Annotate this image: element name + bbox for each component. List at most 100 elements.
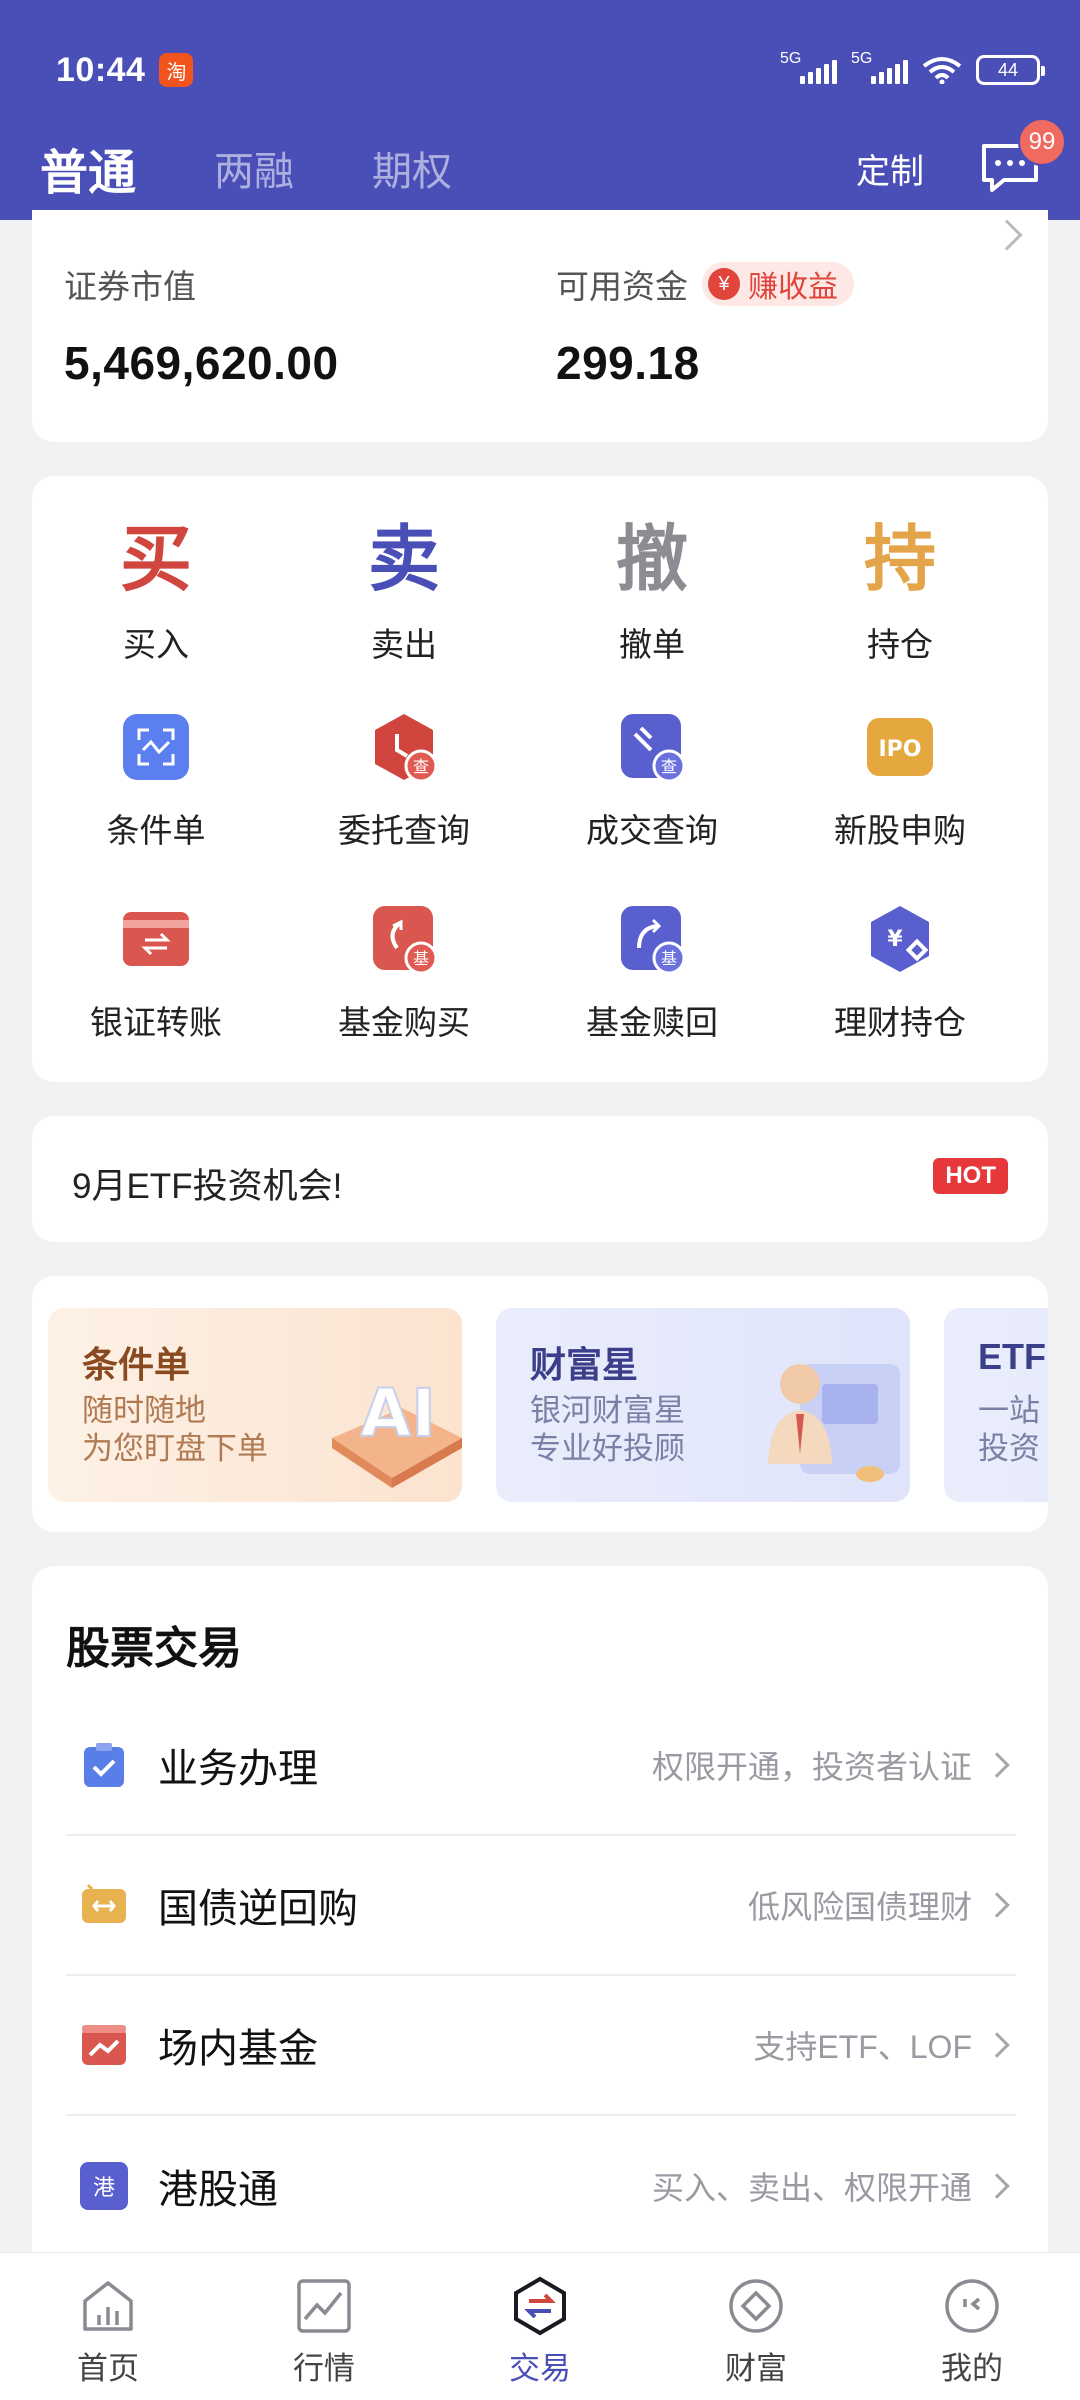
nav-home[interactable]: 首页 (0, 2253, 216, 2400)
fund-redeem-label: 基金赎回 (586, 1004, 718, 1041)
tab-margin[interactable]: 两融 (214, 139, 294, 197)
exchange-fund-icon (80, 2021, 128, 2069)
deal-query-label: 成交查询 (586, 812, 718, 849)
ipo-icon: IPO (865, 712, 935, 782)
wealth-holdings-button[interactable]: ¥ 理财持仓 (776, 904, 1024, 1044)
positions-icon: 持 (863, 520, 936, 600)
fund-buy-icon: 基 (369, 904, 439, 975)
bank-transfer-label: 银证转账 (90, 1004, 222, 1041)
banner-title: 财富星 (530, 1344, 639, 1385)
ipo-subscribe-button[interactable]: IPO 新股申购 (776, 712, 1024, 852)
nav-profile[interactable]: 我的 (864, 2253, 1080, 2400)
order-query-icon: 查 (369, 712, 439, 783)
hot-badge: HOT (933, 1158, 1008, 1194)
signal-icon: 5G (780, 50, 837, 84)
chevron-right-icon[interactable] (991, 219, 1023, 251)
market-icon (297, 2279, 351, 2333)
svg-text:查: 查 (413, 757, 429, 776)
banner-title: ETF (978, 1336, 1046, 1377)
deal-query-button[interactable]: 查 成交查询 (528, 712, 776, 852)
status-bar: 10:44 5G 5G 44 (56, 48, 1045, 92)
svg-text:IPO: IPO (878, 737, 921, 762)
available-funds-label: 可用资金 (556, 268, 688, 305)
list-item-label: 业务办理 (158, 1747, 318, 1791)
nav-wealth[interactable]: 财富 (648, 2253, 864, 2400)
list-item-label: 港股通 (158, 2168, 278, 2212)
list-item-bond-repo[interactable]: 国债逆回购 低风险国债理财 (66, 1836, 1016, 1976)
sell-label: 卖出 (371, 626, 437, 663)
market-value-label: 证券市值 (64, 268, 196, 305)
bank-transfer-icon (121, 904, 191, 974)
nav-market[interactable]: 行情 (216, 2253, 432, 2400)
buy-button[interactable]: 买 买入 (32, 524, 280, 666)
list-item-exchange-fund[interactable]: 场内基金 支持ETF、LOF (66, 1976, 1016, 2116)
svg-text:基: 基 (661, 949, 677, 968)
asset-summary-card[interactable]: 证券市值 5,469,620.00 可用资金 ¥ 赚收益 299.18 (32, 210, 1048, 442)
app-header: 10:44 5G 5G 44 普通 两融 期权 定制 (0, 0, 1080, 221)
battery-icon: 44 (976, 55, 1045, 85)
wifi-icon (922, 56, 962, 85)
promo-banner-wealth-star[interactable]: 财富星 银河财富星 专业好投顾 (496, 1308, 910, 1502)
fund-buy-button[interactable]: 基 基金购买 (280, 904, 528, 1044)
list-item-business[interactable]: 业务办理 权限开通，投资者认证 (66, 1696, 1016, 1836)
ipo-subscribe-label: 新股申购 (834, 812, 966, 849)
ai-illustration-icon: AI (332, 1374, 462, 1488)
bank-transfer-button[interactable]: 银证转账 (32, 904, 280, 1044)
order-query-label: 委托查询 (338, 812, 470, 849)
market-value: 5,469,620.00 (64, 337, 339, 389)
chevron-right-icon (984, 2173, 1010, 2199)
hk-connect-icon: 港 (80, 2162, 128, 2210)
wealth-holdings-label: 理财持仓 (834, 1004, 966, 1041)
advisor-illustration-icon (768, 1364, 900, 1482)
list-item-label: 场内基金 (158, 2027, 318, 2071)
available-funds-block: 可用资金 ¥ 赚收益 299.18 (556, 260, 854, 390)
list-item-label: 国债逆回购 (158, 1887, 358, 1931)
trade-icon (514, 2276, 566, 2336)
available-funds-value: 299.18 (556, 337, 700, 389)
tab-options[interactable]: 期权 (372, 139, 452, 197)
business-check-icon (80, 1741, 128, 1789)
wealth-icon (729, 2279, 783, 2333)
section-title: 股票交易 (66, 1624, 242, 1673)
promo-banner-etf[interactable]: ETF 一站 投资 (944, 1308, 1048, 1502)
chevron-right-icon (984, 2032, 1010, 2058)
condition-order-button[interactable]: 条件单 (32, 712, 280, 852)
nav-label: 财富 (725, 2351, 787, 2386)
cancel-order-label: 撤单 (619, 626, 685, 663)
sell-button[interactable]: 卖 卖出 (280, 524, 528, 666)
chevron-right-icon (984, 1752, 1010, 1778)
fund-redeem-button[interactable]: 基 基金赎回 (528, 904, 776, 1044)
earn-yield-button[interactable]: ¥ 赚收益 (702, 262, 854, 306)
cancel-order-icon: 撤 (615, 520, 688, 600)
signal-icon: 5G (851, 50, 908, 84)
tab-normal[interactable]: 普通 (40, 133, 136, 221)
nav-label: 我的 (941, 2351, 1003, 2386)
etf-notice-text: 9月ETF投资机会! (72, 1167, 343, 1206)
banner-title: 条件单 (82, 1344, 191, 1385)
sell-icon: 卖 (367, 520, 440, 600)
promo-carousel[interactable]: 条件单 随时随地 为您盯盘下单 AI 财富星 银河财富星 专业好投顾 ETF 一… (32, 1276, 1048, 1532)
svg-text:AI: AI (360, 1375, 436, 1452)
message-button[interactable]: 99 (980, 118, 1066, 194)
nav-label: 首页 (77, 2351, 139, 2386)
list-item-hint: 权限开通，投资者认证 (651, 1749, 972, 1785)
market-value-block: 证券市值 5,469,620.00 (64, 260, 339, 390)
list-item-hk-connect[interactable]: 港 港股通 买入、卖出、权限开通 (66, 2116, 1016, 2256)
positions-label: 持仓 (867, 626, 933, 663)
home-icon (83, 2281, 133, 2331)
nav-trade[interactable]: 交易 (432, 2253, 648, 2400)
wealth-holding-icon: ¥ (865, 904, 935, 974)
nav-label: 交易 (509, 2351, 571, 2386)
svg-text:¥: ¥ (887, 927, 903, 952)
order-query-button[interactable]: 查 委托查询 (280, 712, 528, 852)
cancel-order-button[interactable]: 撤 撤单 (528, 524, 776, 666)
taobao-notification-icon (159, 53, 194, 87)
promo-banner-condition-order[interactable]: 条件单 随时随地 为您盯盘下单 AI (48, 1308, 462, 1502)
condition-order-icon (121, 712, 191, 782)
deal-query-icon: 查 (617, 712, 687, 783)
customize-button[interactable]: 定制 (856, 144, 924, 193)
positions-button[interactable]: 持 持仓 (776, 524, 1024, 666)
svg-text:基: 基 (413, 949, 429, 968)
buy-icon: 买 (119, 520, 192, 600)
etf-notice-banner[interactable]: 9月ETF投资机会! HOT (32, 1116, 1048, 1242)
